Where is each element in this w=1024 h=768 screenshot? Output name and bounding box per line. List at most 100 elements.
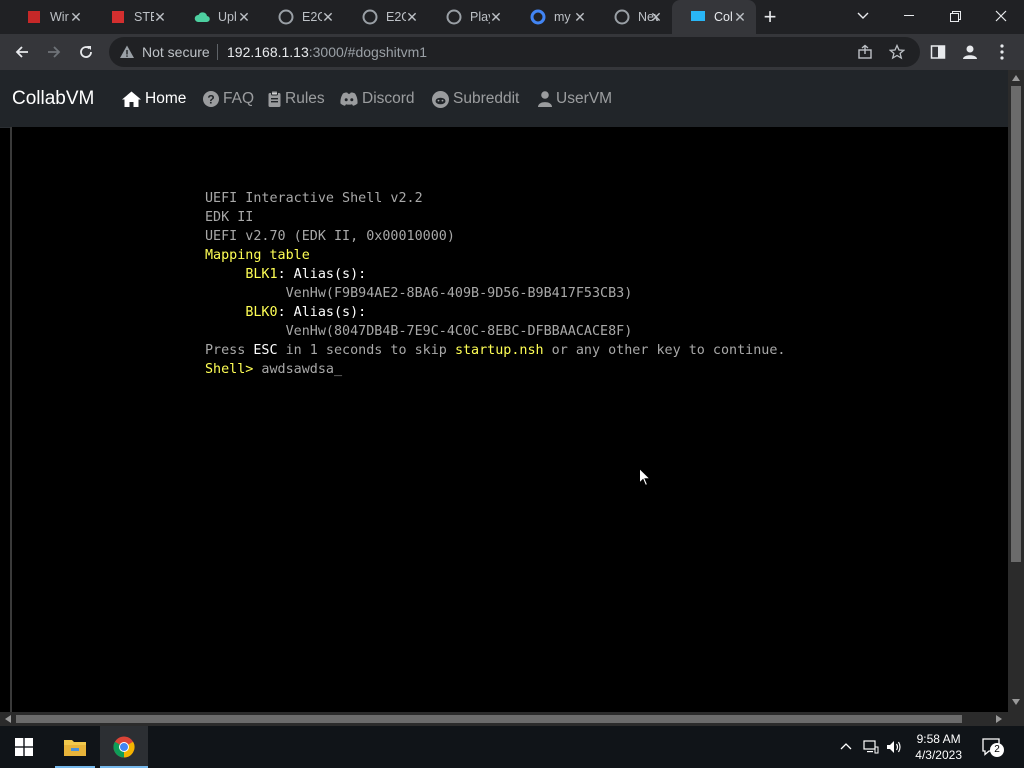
browser-tab[interactable]: E2G✕ [344,0,428,34]
tab-close-icon[interactable]: ✕ [488,9,504,25]
nav-rules[interactable]: Rules [268,90,325,108]
browser-menu-button[interactable] [988,38,1016,66]
tab-close-icon[interactable]: ✕ [320,9,336,25]
question-circle-icon: ? [203,91,219,107]
tab-title: Upl [218,10,237,24]
cloud-icon [194,9,210,25]
nav-uservm-label: UserVM [556,90,612,107]
forward-button[interactable] [40,38,68,66]
nav-subreddit-label: Subreddit [453,90,520,107]
horizontal-scrollbar[interactable] [0,712,1008,726]
term-startup-nsh: startup.nsh [454,343,544,358]
side-panel-icon [930,45,946,59]
monitor-icon [690,9,706,25]
folder-icon [64,740,86,756]
tab-search-chevron-icon[interactable] [840,0,886,32]
reddit-icon [432,90,449,108]
chrome-icon [614,9,630,25]
term-line-3: UEFI v2.70 (EDK II, 0x00010000) [205,229,455,244]
tab-title: Wir [50,10,69,24]
url-text[interactable]: 192.168.1.13:3000/#dogshitvm1 [227,44,427,60]
browser-tab[interactable]: Nev ✕ [596,0,672,34]
close-window-button[interactable] [978,0,1024,32]
new-tab-button[interactable]: + [754,1,786,33]
tab-title: my [554,10,571,24]
svg-text:?: ? [207,93,214,107]
term-press-1: Press [205,343,254,358]
term-line-2: EDK II [205,210,254,225]
profile-button[interactable] [956,38,984,66]
tab-close-icon[interactable]: ✕ [648,9,664,25]
tab-close-icon[interactable]: ✕ [152,9,168,25]
term-press-3: or any other key to continue. [543,343,786,358]
scroll-left-icon[interactable] [5,715,11,723]
text-cursor: _ [334,362,343,377]
file-explorer-button[interactable] [51,726,99,768]
browser-tab[interactable]: my ✕ [512,0,596,34]
nav-uservm[interactable]: UserVM [538,90,612,108]
volume-icon[interactable] [886,739,902,755]
side-panel-button[interactable] [924,38,952,66]
tab-close-icon[interactable]: ✕ [404,9,420,25]
browser-tab[interactable]: E2G✕ [260,0,344,34]
tab-close-icon[interactable]: ✕ [68,9,84,25]
url-path: :3000/#dogshitvm1 [308,44,428,60]
nav-faq-label: FAQ [223,90,255,107]
bookmark-star-icon[interactable] [889,44,905,60]
minimize-button[interactable] [886,0,932,32]
term-press-2: in 1 seconds to skip [277,343,455,358]
google-icon [530,9,546,25]
network-icon[interactable] [863,739,879,755]
vertical-scrollbar[interactable] [1008,70,1024,712]
back-arrow-icon [15,46,28,58]
tab-title: E2G [302,10,322,24]
web-page: CollabVM Home ? FAQ Rules Discord Subred… [0,70,1008,712]
tab-close-icon[interactable]: ✕ [572,9,588,25]
tab-close-icon[interactable]: ✕ [732,9,748,25]
windows-taskbar: 9:58 AM 4/3/2023 2 [0,726,1024,768]
tab-title: E2G [386,10,406,24]
browser-tab[interactable]: Col ✕ [672,0,756,34]
site-navbar: CollabVM Home ? FAQ Rules Discord Subred… [0,70,1008,128]
forward-arrow-icon [48,46,61,58]
start-button[interactable] [0,726,48,768]
browser-tab[interactable]: STE✕ [92,0,176,34]
system-clock[interactable]: 9:58 AM 4/3/2023 [915,731,962,763]
action-center-button[interactable]: 2 [982,738,1004,761]
horizontal-scroll-thumb[interactable] [16,715,962,723]
scroll-down-icon[interactable] [1012,699,1020,705]
reload-icon [80,46,92,58]
show-hidden-icons-icon[interactable] [840,742,852,750]
url-host: 192.168.1.13 [227,44,309,60]
back-button[interactable] [8,38,36,66]
vm-screen[interactable]: UEFI Interactive Shell v2.2 EDK II UEFI … [10,127,1008,712]
chrome-taskbar-button[interactable] [100,726,148,768]
browser-tab[interactable]: Upl ✕ [176,0,260,34]
uefi-shell-output: UEFI Interactive Shell v2.2 EDK II UEFI … [205,189,785,379]
vertical-scroll-thumb[interactable] [1011,86,1021,562]
address-bar[interactable]: Not secure 192.168.1.13:3000/#dogshitvm1 [109,37,920,67]
warning-triangle-icon[interactable] [119,44,135,60]
globe-icon [446,9,462,25]
shell-input[interactable]: awdsawdsa [253,362,334,377]
reload-button[interactable] [72,38,100,66]
windows-logo-icon [15,738,33,756]
restore-button[interactable] [932,0,978,32]
scroll-up-icon[interactable] [1012,75,1020,81]
security-label[interactable]: Not secure [142,44,210,60]
nav-discord[interactable]: Discord [340,90,415,108]
browser-tab[interactable]: Wir ✕ [8,0,92,34]
tab-title: Play [470,10,490,24]
nav-subreddit[interactable]: Subreddit [432,90,519,108]
share-icon[interactable] [857,44,873,60]
nav-home[interactable]: Home [122,90,186,108]
scrollbar-corner [1008,712,1024,726]
tab-close-icon[interactable]: ✕ [236,9,252,25]
term-mapping-table: Mapping table [205,248,310,263]
scroll-right-icon[interactable] [996,715,1002,723]
winrar-icon [26,9,42,25]
site-brand[interactable]: CollabVM [12,88,94,110]
browser-tab[interactable]: Play✕ [428,0,512,34]
mouse-pointer-icon [639,468,651,487]
nav-faq[interactable]: ? FAQ [203,90,254,108]
